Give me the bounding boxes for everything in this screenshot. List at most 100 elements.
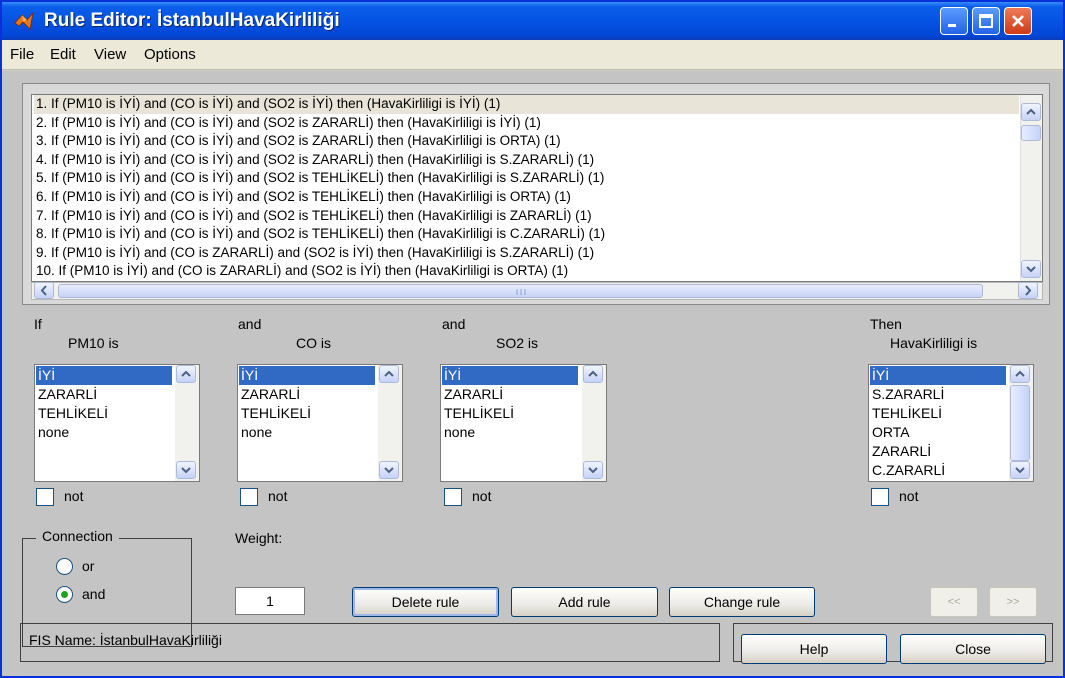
grip-icon — [516, 289, 526, 295]
so2-options: İYİ ZARARLİ TEHLİKELİ none — [442, 366, 578, 442]
chevron-up-icon — [1026, 108, 1036, 115]
list-option[interactable]: İYİ — [239, 366, 375, 385]
connection-or-radio[interactable] — [56, 558, 73, 575]
scroll-right-button[interactable] — [1018, 282, 1038, 299]
add-rule-button[interactable]: Add rule — [511, 587, 658, 617]
list-option[interactable]: none — [36, 423, 172, 442]
list-option[interactable]: S.ZARARLİ — [870, 385, 1006, 404]
list-option[interactable]: TEHLİKELİ — [36, 404, 172, 423]
maximize-icon — [979, 14, 993, 28]
rule-item[interactable]: 4. If (PM10 is İYİ) and (CO is İYİ) and … — [34, 151, 1019, 170]
minimize-button[interactable] — [940, 7, 968, 35]
scroll-down-button[interactable] — [176, 461, 196, 479]
rule-item[interactable]: 6. If (PM10 is İYİ) and (CO is İYİ) and … — [34, 188, 1019, 207]
weight-input[interactable]: 1 — [235, 587, 305, 615]
co-listbox-scrollbar[interactable] — [378, 365, 402, 481]
scroll-up-button[interactable] — [176, 365, 196, 383]
chevron-down-icon — [588, 467, 598, 474]
list-option[interactable]: İYİ — [36, 366, 172, 385]
list-option[interactable]: none — [442, 423, 578, 442]
co-label: CO is — [296, 335, 331, 351]
scroll-up-button[interactable] — [1010, 365, 1030, 383]
hava-kirliligi-listbox[interactable]: İYİ S.ZARARLİ TEHLİKELİ ORTA ZARARLİ C.ZARARL… — [868, 364, 1034, 482]
rule-item[interactable]: 5. If (PM10 is İYİ) and (CO is İYİ) and … — [34, 169, 1019, 188]
list-option[interactable]: ZARARLİ — [239, 385, 375, 404]
hava-kirliligi-not-checkbox[interactable] — [871, 488, 889, 506]
scroll-up-button[interactable] — [583, 365, 603, 383]
change-rule-button[interactable]: Change rule — [669, 587, 815, 617]
pm10-not-checkbox[interactable] — [36, 488, 54, 506]
if-label: If — [34, 316, 42, 332]
rule-list-vertical-scrollbar[interactable] — [1020, 95, 1042, 281]
menu-edit[interactable]: Edit — [50, 46, 76, 63]
list-option[interactable]: TEHLİKELİ — [870, 404, 1006, 423]
rule-lines: 1. If (PM10 is İYİ) and (CO is İYİ) and … — [34, 95, 1019, 281]
maximize-button[interactable] — [972, 7, 1000, 35]
scroll-down-button[interactable] — [583, 461, 603, 479]
so2-listbox-scrollbar[interactable] — [582, 365, 606, 481]
previous-rules-button[interactable]: << — [930, 587, 978, 617]
chevron-down-icon — [181, 467, 191, 474]
title-bar[interactable]: Rule Editor: İstanbulHavaKirliliği — [2, 2, 1063, 40]
pm10-listbox[interactable]: İYİ ZARARLİ TEHLİKELİ none — [34, 364, 200, 482]
scroll-up-button[interactable] — [379, 365, 399, 383]
menu-view[interactable]: View — [94, 46, 126, 63]
rule-item[interactable]: 10. If (PM10 is İYİ) and (CO is ZARARLİ)… — [34, 262, 1019, 281]
next-rules-button[interactable]: >> — [989, 587, 1037, 617]
help-button[interactable]: Help — [741, 634, 887, 664]
list-option[interactable]: TEHLİKELİ — [239, 404, 375, 423]
close-window-button[interactable] — [1004, 7, 1032, 35]
menu-file[interactable]: File — [10, 46, 34, 63]
close-button[interactable]: Close — [900, 634, 1046, 664]
scroll-down-button[interactable] — [379, 461, 399, 479]
list-option[interactable]: ORTA — [870, 423, 1006, 442]
hava-kirliligi-listbox-scrollbar[interactable] — [1009, 365, 1033, 481]
scroll-up-button[interactable] — [1021, 103, 1041, 121]
rule-item[interactable]: 2. If (PM10 is İYİ) and (CO is İYİ) and … — [34, 114, 1019, 133]
vertical-scroll-thumb[interactable] — [1021, 125, 1041, 141]
list-option[interactable]: ZARARLİ — [870, 442, 1006, 461]
so2-listbox[interactable]: İYİ ZARARLİ TEHLİKELİ none — [440, 364, 607, 482]
rule-item[interactable]: 3. If (PM10 is İYİ) and (CO is İYİ) and … — [34, 132, 1019, 151]
menu-options[interactable]: Options — [144, 46, 196, 63]
horizontal-scroll-thumb[interactable] — [58, 284, 983, 298]
so2-not-checkbox[interactable] — [444, 488, 462, 506]
chevron-up-icon — [1015, 370, 1025, 377]
connection-and-label: and — [82, 586, 106, 602]
pm10-listbox-scrollbar[interactable] — [175, 365, 199, 481]
list-option[interactable]: ZARARLİ — [36, 385, 172, 404]
rule-list-horizontal-scrollbar[interactable] — [31, 282, 1043, 300]
connection-and-radio[interactable] — [56, 586, 73, 603]
fis-name-text: FIS Name: İstanbulHavaKirliliği — [29, 632, 222, 648]
minimize-icon — [948, 24, 956, 27]
rule-item[interactable]: 1. If (PM10 is İYİ) and (CO is İYİ) and … — [34, 95, 1019, 114]
rule-item[interactable]: 9. If (PM10 is İYİ) and (CO is ZARARLİ) … — [34, 244, 1019, 263]
co-listbox[interactable]: İYİ ZARARLİ TEHLİKELİ none — [237, 364, 403, 482]
pm10-label: PM10 is — [68, 335, 119, 351]
scroll-down-button[interactable] — [1010, 461, 1030, 479]
chevron-up-icon — [588, 370, 598, 377]
list-option[interactable]: ZARARLİ — [442, 385, 578, 404]
co-options: İYİ ZARARLİ TEHLİKELİ none — [239, 366, 375, 442]
connection-title: Connection — [36, 528, 119, 544]
scroll-left-button[interactable] — [34, 282, 54, 299]
so2-label: SO2 is — [496, 335, 539, 351]
vertical-scroll-thumb[interactable] — [1010, 385, 1030, 461]
fis-name-status: FIS Name: İstanbulHavaKirliliği — [20, 623, 720, 662]
rule-item[interactable]: 7. If (PM10 is İYİ) and (CO is İYİ) and … — [34, 207, 1019, 226]
scroll-down-button[interactable] — [1021, 260, 1041, 278]
co-not-label: not — [268, 488, 288, 504]
list-option[interactable]: C.ZARARLİ — [870, 461, 1006, 480]
delete-rule-button[interactable]: Delete rule — [352, 587, 499, 617]
rule-item[interactable]: 8. If (PM10 is İYİ) and (CO is İYİ) and … — [34, 225, 1019, 244]
list-option[interactable]: İYİ — [442, 366, 578, 385]
list-option[interactable]: İYİ — [870, 366, 1006, 385]
chevron-down-icon — [384, 467, 394, 474]
then-label: Then — [870, 316, 902, 332]
list-option[interactable]: TEHLİKELİ — [442, 404, 578, 423]
co-not-checkbox[interactable] — [240, 488, 258, 506]
rule-list[interactable]: 1. If (PM10 is İYİ) and (CO is İYİ) and … — [31, 94, 1043, 282]
pm10-not-label: not — [64, 488, 84, 504]
weight-label: Weight: — [235, 530, 283, 546]
list-option[interactable]: none — [239, 423, 375, 442]
